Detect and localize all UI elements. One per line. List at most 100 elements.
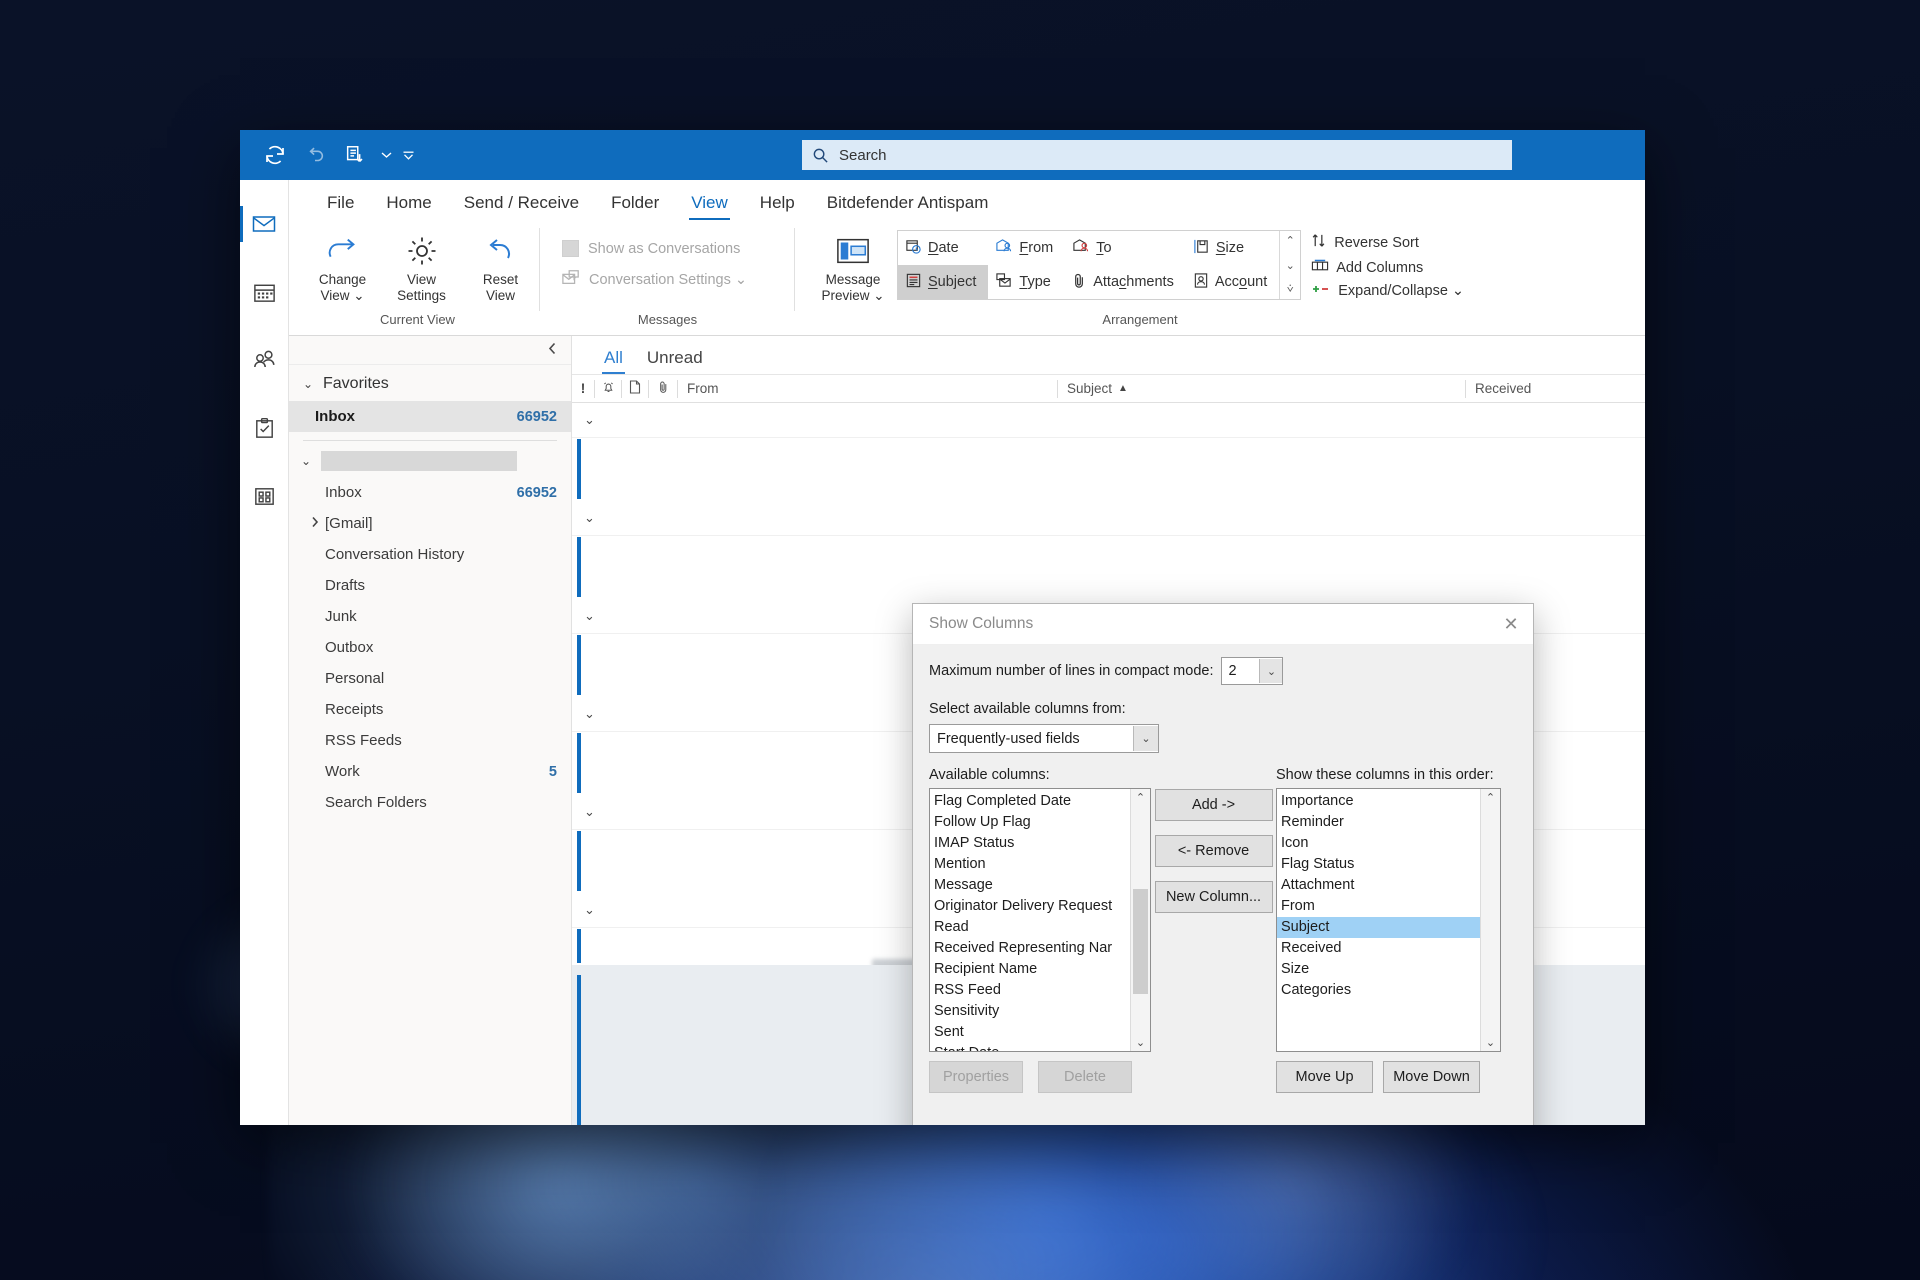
available-columns-listbox[interactable]: Flag Completed Date Follow Up Flag IMAP … <box>929 788 1151 1052</box>
tab-send-receive[interactable]: Send / Receive <box>448 193 595 220</box>
folder-item-receipts[interactable]: Receipts <box>289 694 571 725</box>
column-header-from[interactable]: From <box>677 379 1057 398</box>
max-lines-spinner[interactable]: 2 ⌄ <box>1221 657 1284 685</box>
calendar-icon[interactable] <box>240 258 288 326</box>
list-item[interactable]: IMAP Status <box>930 833 1130 854</box>
arrange-size-button[interactable]: Size <box>1186 231 1279 265</box>
move-up-button[interactable]: Move Up <box>1276 1061 1373 1093</box>
shown-columns-listbox[interactable]: Importance Reminder Icon Flag Status Att… <box>1276 788 1501 1052</box>
list-item[interactable]: Flag Completed Date <box>930 791 1130 812</box>
list-item[interactable]: Received Representing Nar <box>930 938 1130 959</box>
tab-home[interactable]: Home <box>370 193 447 220</box>
move-down-button[interactable]: Move Down <box>1383 1061 1480 1093</box>
list-item[interactable]: Sent <box>930 1022 1130 1043</box>
chevron-right-icon[interactable] <box>311 516 325 531</box>
scroll-down-icon[interactable]: ⌄ <box>1486 1034 1495 1051</box>
list-item[interactable]: Received <box>1277 938 1480 959</box>
customize-qat-icon[interactable] <box>398 136 418 174</box>
add-columns-button[interactable]: Add Columns <box>1311 258 1464 277</box>
column-header-subject[interactable]: Subject ▲ <box>1057 379 1465 398</box>
folder-item-inbox[interactable]: Inbox 66952 <box>289 477 571 508</box>
column-header-icon[interactable] <box>621 379 648 398</box>
folder-item-personal[interactable]: Personal <box>289 663 571 694</box>
tasks-icon[interactable] <box>240 394 288 462</box>
tab-help[interactable]: Help <box>744 193 811 220</box>
list-item[interactable]: Importance <box>1277 791 1480 812</box>
reverse-sort-button[interactable]: Reverse Sort <box>1311 232 1464 253</box>
favorites-header[interactable]: ⌄ Favorites <box>289 365 571 401</box>
tab-bitdefender-antispam[interactable]: Bitdefender Antispam <box>811 193 1005 220</box>
scroll-up-icon[interactable]: ⌃ <box>1486 789 1495 806</box>
tab-folder[interactable]: Folder <box>595 193 675 220</box>
expand-collapse-button[interactable]: Expand/Collapse ⌄ <box>1311 282 1464 300</box>
list-item[interactable]: Recipient Name <box>930 959 1130 980</box>
close-icon[interactable]: ✕ <box>1489 604 1533 644</box>
list-item[interactable]: Categories <box>1277 980 1480 1001</box>
filter-tab-unread[interactable]: Unread <box>637 348 713 374</box>
filter-tab-all[interactable]: All <box>594 348 633 374</box>
arrange-to-button[interactable]: To <box>1065 231 1186 265</box>
gallery-expand-icon[interactable]: ⩒ <box>1287 283 1294 296</box>
view-settings-button[interactable]: View Settings <box>382 226 461 304</box>
conversation-settings-button[interactable]: Conversation Settings ⌄ <box>554 263 755 296</box>
arrange-account-button[interactable]: Account <box>1186 265 1279 299</box>
list-item[interactable]: Flag Status <box>1277 854 1480 875</box>
list-item[interactable]: Reminder <box>1277 812 1480 833</box>
column-header-attachment[interactable] <box>648 379 677 398</box>
account-header[interactable]: ⌄ <box>289 445 571 477</box>
undo-icon[interactable] <box>296 136 334 174</box>
list-item[interactable]: From <box>1277 896 1480 917</box>
list-item[interactable]: Attachment <box>1277 875 1480 896</box>
column-header-received[interactable]: Received <box>1465 379 1645 398</box>
arrange-attachments-button[interactable]: Attachments <box>1065 265 1186 299</box>
column-header-reminder[interactable] <box>594 379 621 398</box>
list-item[interactable]: Sensitivity <box>930 1001 1130 1022</box>
scrollbar-thumb[interactable] <box>1133 889 1148 994</box>
folder-item-outbox[interactable]: Outbox <box>289 632 571 663</box>
show-as-conversations-checkbox[interactable]: Show as Conversations <box>554 234 748 263</box>
arrange-date-button[interactable]: Date <box>898 231 988 265</box>
folder-item-conversation-history[interactable]: Conversation History <box>289 539 571 570</box>
arrange-from-button[interactable]: From <box>988 231 1065 265</box>
list-item[interactable]: Message <box>930 875 1130 896</box>
folder-item-search-folders[interactable]: Search Folders <box>289 787 571 818</box>
add-button[interactable]: Add -> <box>1154 789 1273 821</box>
message-group-header[interactable]: ⌄ <box>572 501 1645 536</box>
list-item[interactable]: Originator Delivery Request <box>930 896 1130 917</box>
list-item[interactable]: Mention <box>930 854 1130 875</box>
collapse-folder-pane-button[interactable] <box>289 336 571 365</box>
scroll-down-icon[interactable]: ⌄ <box>1136 1034 1145 1051</box>
search-box[interactable]: Search <box>802 140 1512 170</box>
more-apps-icon[interactable] <box>240 462 288 530</box>
chevron-down-icon[interactable]: ⌄ <box>1259 659 1283 683</box>
change-view-button[interactable]: Change View ⌄ <box>303 226 382 304</box>
list-item[interactable]: Size <box>1277 959 1480 980</box>
folder-item-rss-feeds[interactable]: RSS Feeds <box>289 725 571 756</box>
shown-columns-scrollbar[interactable]: ⌃ ⌄ <box>1480 789 1500 1051</box>
scroll-up-icon[interactable]: ⌃ <box>1136 789 1145 806</box>
list-item[interactable]: Start Date <box>930 1043 1130 1051</box>
properties-button[interactable]: Properties <box>929 1061 1023 1093</box>
favorite-item-inbox[interactable]: Inbox 66952 <box>289 401 571 432</box>
list-item[interactable]: Icon <box>1277 833 1480 854</box>
arrange-type-button[interactable]: Type <box>988 265 1065 299</box>
available-columns-scrollbar[interactable]: ⌃ ⌄ <box>1130 789 1150 1051</box>
message-preview-button[interactable]: Message Preview ⌄ <box>809 226 897 304</box>
scroll-down-icon[interactable]: ⌄ <box>1286 259 1295 272</box>
list-item-selected[interactable]: Subject <box>1277 917 1480 938</box>
folder-item-gmail[interactable]: [Gmail] <box>289 508 571 539</box>
scroll-up-icon[interactable]: ⌃ <box>1286 234 1295 247</box>
chevron-down-icon[interactable]: ⌄ <box>1133 726 1158 751</box>
folder-item-work[interactable]: Work 5 <box>289 756 571 787</box>
column-header-importance[interactable]: ! <box>572 380 594 398</box>
people-icon[interactable] <box>240 326 288 394</box>
reset-view-button[interactable]: Reset View <box>461 226 540 304</box>
send-receive-icon[interactable] <box>336 136 374 174</box>
tab-file[interactable]: File <box>311 193 370 220</box>
sync-icon[interactable] <box>256 136 294 174</box>
arrange-subject-button[interactable]: Subject <box>898 265 989 299</box>
new-column-button[interactable]: New Column... <box>1154 881 1273 913</box>
mail-icon[interactable] <box>240 190 288 258</box>
folder-item-junk[interactable]: Junk <box>289 601 571 632</box>
chevron-down-icon[interactable] <box>376 136 396 174</box>
